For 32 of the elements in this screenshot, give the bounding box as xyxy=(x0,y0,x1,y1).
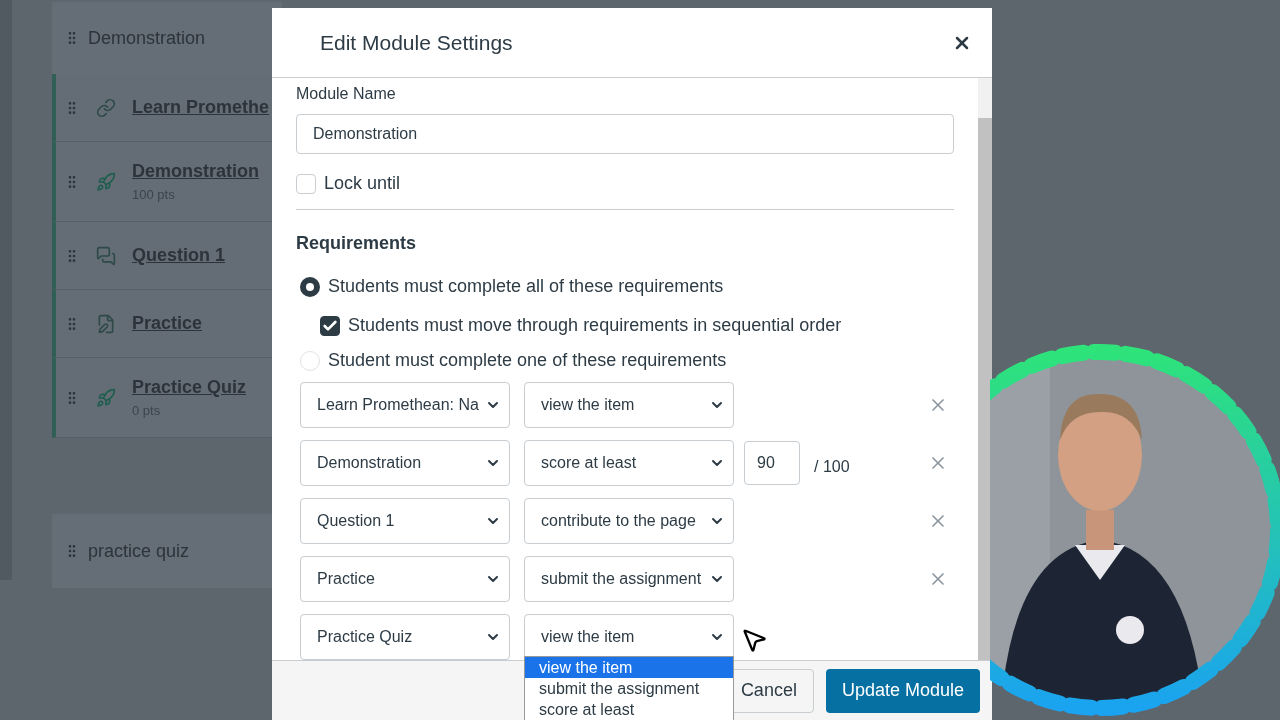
radio-label: Students must complete all of these requirements xyxy=(328,275,724,298)
requirement-select[interactable]: score at least xyxy=(524,440,734,486)
requirement-select[interactable]: submit the assignment xyxy=(524,556,734,602)
rocket-icon xyxy=(96,171,116,192)
chat-icon xyxy=(96,245,116,266)
module-name-field[interactable]: Demonstration xyxy=(296,114,954,154)
checkbox[interactable] xyxy=(320,315,340,336)
link-icon xyxy=(96,97,116,118)
requirement-select[interactable]: contribute to the page xyxy=(524,498,734,544)
item-select[interactable]: Demonstration xyxy=(300,440,510,486)
cursor-icon xyxy=(740,626,768,654)
radio-label: Student must complete one of these requirements xyxy=(328,349,727,372)
module-title: practice quiz xyxy=(88,539,190,563)
item-select[interactable]: Learn Promethean: Na xyxy=(300,382,510,428)
requirement-select[interactable]: view the item xyxy=(524,382,734,428)
document-icon xyxy=(96,313,116,334)
update-module-button[interactable]: Update Module xyxy=(825,668,980,713)
checkbox-label: Lock until xyxy=(324,172,401,195)
item-select[interactable]: Question 1 xyxy=(300,498,510,544)
module-title: Demonstration xyxy=(88,26,206,50)
radio-button[interactable] xyxy=(300,276,320,297)
rocket-icon xyxy=(96,387,116,408)
dialog-title: Edit Module Settings xyxy=(320,29,513,56)
dropdown-option[interactable]: view the item xyxy=(525,657,733,678)
max-score: / 100 xyxy=(814,457,850,477)
checkbox-label: Students must move through requirements in sequential order xyxy=(348,314,842,337)
score-field[interactable]: 90 xyxy=(744,441,800,485)
scrollbar[interactable] xyxy=(978,78,992,660)
item-select[interactable]: Practice xyxy=(300,556,510,602)
field-label: Module Name xyxy=(296,84,397,104)
section-heading: Requirements xyxy=(296,232,418,255)
item-select[interactable]: Practice Quiz xyxy=(300,614,510,660)
